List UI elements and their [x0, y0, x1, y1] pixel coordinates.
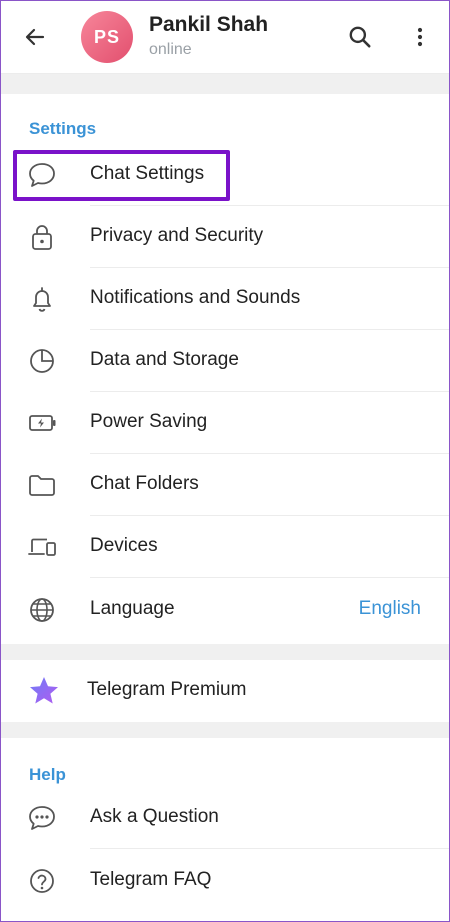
settings-item-notifications[interactable]: Notifications and Sounds: [1, 268, 449, 330]
search-icon: [349, 26, 371, 48]
section-title: Help: [29, 765, 66, 784]
search-button[interactable]: [344, 21, 376, 53]
question-icon: [27, 867, 57, 895]
back-button[interactable]: [19, 21, 51, 53]
highlight-box: [13, 150, 230, 201]
folder-icon: [27, 471, 57, 499]
section-gap: [1, 644, 449, 660]
item-label: Language: [90, 598, 175, 619]
item-label: Power Saving: [90, 411, 208, 432]
divider: [90, 848, 449, 849]
settings-item-devices[interactable]: Devices: [1, 516, 449, 578]
item-label: Telegram FAQ: [90, 869, 212, 890]
bell-icon: [27, 285, 57, 313]
pie-chart-icon: [27, 347, 57, 375]
settings-item-power-saving[interactable]: Power Saving: [1, 392, 449, 454]
more-vertical-icon: [417, 27, 423, 47]
settings-item-data-storage[interactable]: Data and Storage: [1, 330, 449, 392]
divider: [90, 577, 449, 578]
more-options-button[interactable]: [404, 21, 436, 53]
section-title: Settings: [29, 119, 97, 138]
battery-icon: [27, 409, 57, 437]
item-label: Devices: [90, 535, 158, 556]
language-value: English: [358, 598, 421, 619]
avatar[interactable]: PS: [81, 11, 133, 63]
devices-icon: [27, 533, 57, 561]
item-label: Notifications and Sounds: [90, 287, 301, 308]
star-icon: [27, 674, 58, 704]
settings-item-privacy[interactable]: Privacy and Security: [1, 206, 449, 268]
app-frame: PS Pankil Shah online Settings Chat Sett…: [0, 0, 450, 922]
globe-icon: [27, 596, 57, 624]
top-app-bar: PS Pankil Shah online: [1, 1, 449, 74]
settings-item-chat-folders[interactable]: Chat Folders: [1, 454, 449, 516]
item-label: Telegram Premium: [87, 679, 247, 700]
user-status: online: [149, 41, 192, 58]
help-item-ask-question[interactable]: Ask a Question: [1, 787, 449, 849]
help-section: Help Ask a Question Telegram FAQ: [1, 738, 449, 921]
item-label: Data and Storage: [90, 349, 239, 370]
arrow-left-icon: [25, 28, 45, 46]
section-gap: [1, 74, 449, 94]
help-item-faq[interactable]: Telegram FAQ: [1, 850, 449, 912]
chat-dots-icon: [27, 804, 57, 832]
lock-icon: [27, 223, 57, 251]
item-label: Privacy and Security: [90, 225, 264, 246]
settings-item-language[interactable]: Language English: [1, 579, 449, 641]
item-label: Ask a Question: [90, 806, 219, 827]
user-name: Pankil Shah: [149, 13, 269, 36]
section-gap: [1, 722, 449, 738]
item-label: Chat Folders: [90, 473, 199, 494]
premium-section: Telegram Premium: [1, 660, 449, 722]
premium-item[interactable]: Telegram Premium: [1, 660, 449, 722]
